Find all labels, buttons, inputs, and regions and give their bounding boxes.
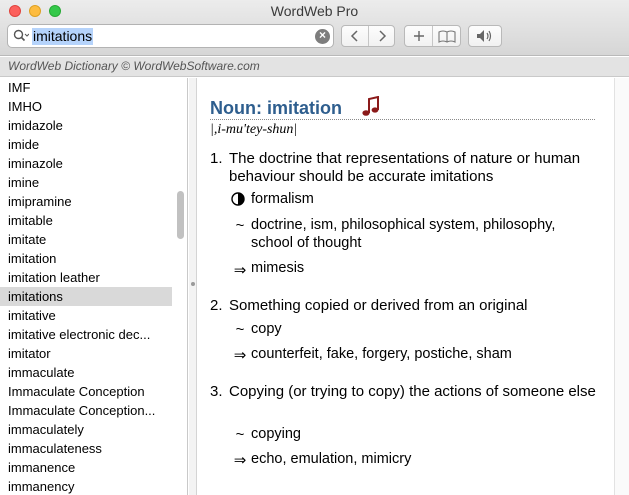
search-field[interactable]: imitations ×	[7, 24, 334, 48]
word-list-item[interactable]: immaculateness	[0, 439, 172, 458]
related-word-link[interactable]: mimesis	[251, 259, 601, 277]
word-list-item[interactable]: immaculately	[0, 420, 172, 439]
related-word-link[interactable]: copying	[251, 425, 601, 443]
word-list-item[interactable]: immanence	[0, 458, 172, 477]
wordweb-window: WordWeb Pro imitations × WordWeb Diction…	[0, 0, 629, 495]
pronunciation: |,i-mu'tey-shun|	[210, 122, 298, 137]
word-list-item[interactable]: IMHO	[0, 97, 172, 116]
related-word-link[interactable]: doctrine, ism, philosophical system, phi…	[251, 216, 601, 252]
word-list-item[interactable]: imitate	[0, 230, 172, 249]
arrow-icon: ⇒	[233, 347, 247, 364]
sense-text: Copying (or trying to copy) the actions …	[229, 383, 596, 400]
back-button[interactable]	[342, 26, 368, 46]
word-list-item[interactable]: imitative electronic dec...	[0, 325, 172, 344]
similar-symbol: ~	[235, 217, 245, 234]
arrow-icon: ⇒	[233, 262, 247, 279]
word-list-item[interactable]: imitation	[0, 249, 172, 268]
add-bookmark-button[interactable]	[405, 26, 432, 46]
audio-group	[468, 25, 502, 47]
word-list-item[interactable]: IMF	[0, 78, 172, 97]
arrow-icon: ⇒	[233, 452, 247, 469]
history-nav-group	[341, 25, 395, 47]
search-input[interactable]: imitations	[32, 28, 94, 45]
sense-text: Something copied or derived from an orig…	[229, 297, 528, 314]
definition-pane: Noun: imitation |,i-mu'tey-shun| 1. The …	[198, 78, 613, 495]
speak-button[interactable]	[469, 26, 501, 46]
music-note-icon[interactable]	[361, 96, 379, 118]
related-word-link[interactable]: counterfeit, fake, forgery, postiche, sh…	[251, 345, 601, 363]
definition-heading: Noun: imitation	[210, 98, 342, 118]
word-list-item[interactable]: immaculate	[0, 363, 172, 382]
book-icon	[437, 29, 456, 43]
banner-text: WordWeb Dictionary © WordWebSoftware.com	[8, 59, 260, 73]
word-list-item[interactable]: imitable	[0, 211, 172, 230]
copyright-banner: WordWeb Dictionary © WordWebSoftware.com	[0, 57, 629, 77]
sense-number: 1.	[210, 150, 223, 167]
word-list-item[interactable]: imitations	[0, 287, 172, 306]
sense-number: 3.	[210, 383, 223, 400]
forward-button[interactable]	[368, 26, 394, 46]
search-icon	[13, 29, 29, 42]
related-word-link[interactable]: echo, emulation, mimicry	[251, 450, 601, 468]
plus-icon	[413, 31, 424, 41]
heading-divider	[210, 119, 595, 120]
sense-text: The doctrine that representations of nat…	[229, 150, 581, 185]
word-list-item[interactable]: imine	[0, 173, 172, 192]
bookmark-group	[404, 25, 461, 47]
word-list-item[interactable]: imitator	[0, 344, 172, 363]
word-list-item[interactable]: immanency	[0, 477, 172, 495]
close-icon: ×	[318, 28, 326, 42]
similar-symbol: ~	[235, 321, 245, 338]
word-list-item[interactable]: imidazole	[0, 116, 172, 135]
word-list-item[interactable]: imipramine	[0, 192, 172, 211]
splitter-grip-icon	[191, 282, 195, 286]
chevron-right-icon	[378, 30, 386, 42]
word-list-item[interactable]: Immaculate Conception...	[0, 401, 172, 420]
speaker-icon	[477, 30, 492, 42]
word-list[interactable]: IMF IMHO imidazole imide iminazole imine imipr…	[0, 78, 188, 495]
open-book-button[interactable]	[432, 26, 460, 46]
clear-search-button[interactable]: ×	[315, 28, 330, 44]
word-list-item[interactable]: imitative	[0, 306, 172, 325]
related-word-link[interactable]: copy	[251, 320, 601, 338]
related-word-link[interactable]: formalism	[251, 190, 601, 208]
sense-number: 2.	[210, 297, 223, 314]
word-list-item[interactable]: imitation leather	[0, 268, 172, 287]
word-list-item[interactable]: iminazole	[0, 154, 172, 173]
toolbar: WordWeb Pro imitations ×	[0, 0, 629, 56]
word-list-scrollbar-thumb[interactable]	[177, 191, 184, 239]
definition-scrollbar[interactable]	[614, 78, 629, 495]
word-list-item[interactable]: Immaculate Conception	[0, 382, 172, 401]
yin-yang-icon	[231, 192, 245, 206]
chevron-left-icon	[350, 30, 358, 42]
pane-splitter[interactable]	[189, 78, 197, 495]
title-bar: WordWeb Pro	[0, 0, 629, 22]
word-list-item[interactable]: imide	[0, 135, 172, 154]
window-title: WordWeb Pro	[270, 3, 359, 19]
similar-symbol: ~	[235, 426, 245, 443]
